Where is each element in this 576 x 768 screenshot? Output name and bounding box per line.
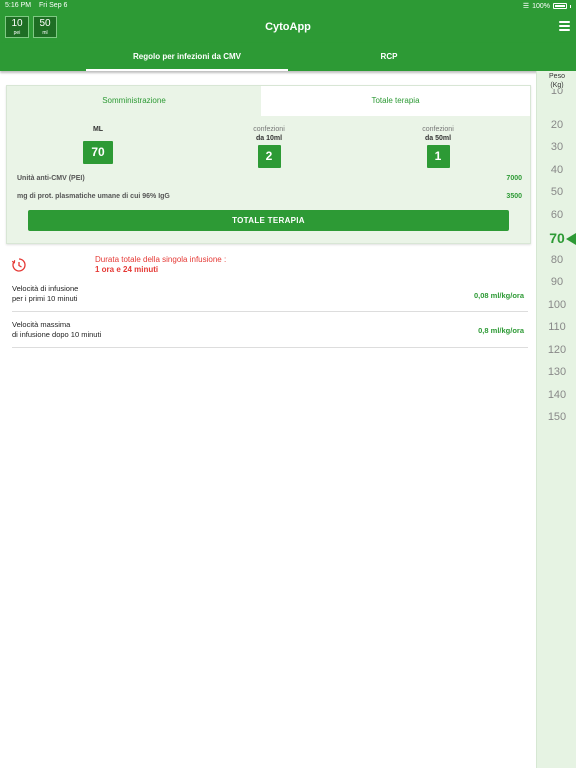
rate-max-line2: di infusione dopo 10 minuti: [12, 330, 102, 339]
list-item: Velocità di infusione per i primi 10 min…: [12, 284, 528, 312]
totale-terapia-button[interactable]: TOTALE TERAPIA: [28, 210, 509, 231]
rate-initial-line1: Velocità di infusione: [12, 284, 79, 293]
wifi-icon: ☰: [522, 3, 530, 10]
tab-regolo-cmv[interactable]: Regolo per infezioni da CMV: [86, 43, 288, 71]
clock-icon: [11, 258, 26, 272]
info-protein-label: mg di prot. plasmatiche umane di cui 96%…: [17, 193, 170, 200]
weight-option[interactable]: 80: [537, 254, 576, 266]
pack-10ml-sublabel: da 10ml: [255, 135, 283, 142]
pack-50ml-label: confezioni: [422, 126, 454, 133]
main-tabs: Regolo per infezioni da CMV RCP: [0, 43, 576, 71]
status-time: 5:16 PM: [5, 2, 32, 9]
weight-option[interactable]: 110: [537, 321, 576, 333]
pack-10ml-column: confezioni da 10ml 2: [219, 125, 319, 168]
weight-option[interactable]: 40: [537, 164, 576, 176]
duration-label: Durata totale della singola infusione :: [95, 255, 227, 264]
pack-10ml-label: confezioni: [253, 126, 285, 133]
weight-option[interactable]: 150: [537, 411, 576, 423]
tab-rcp[interactable]: RCP: [288, 43, 490, 71]
pack-10ml-value[interactable]: 2: [257, 145, 281, 168]
app-header: 5:16 PM Fri Sep 6 ☰ 100% 10 pei 50 ml Cy…: [0, 0, 576, 71]
info-protein-value: 3500: [506, 193, 522, 200]
battery-icon: [553, 3, 567, 9]
weight-option[interactable]: 130: [537, 366, 576, 378]
weight-option[interactable]: 100: [537, 299, 576, 311]
rate-max-value: 0,8 ml/kg/ora: [478, 326, 524, 335]
info-pei-label: Unità anti-CMV (PEI): [17, 175, 85, 182]
info-row-protein: mg di prot. plasmatiche umane di cui 96%…: [17, 193, 522, 200]
ml-label: ML: [92, 126, 104, 133]
rate-max-line1: Velocità massima: [12, 320, 71, 329]
weight-option[interactable]: 60: [537, 209, 576, 221]
selected-weight-marker: [566, 233, 576, 245]
status-date: Fri Sep 6: [39, 2, 68, 9]
card-tabs: Somministrazione Totale terapia: [7, 86, 530, 116]
rate-initial-value: 0,08 ml/kg/ora: [473, 291, 524, 300]
battery-percent: 100%: [532, 2, 550, 10]
info-row-pei: Unità anti-CMV (PEI) 7000: [17, 175, 522, 182]
hamburger-menu-icon[interactable]: [559, 21, 570, 31]
weight-option[interactable]: 50: [537, 186, 576, 198]
pack-50ml-column: confezioni da 50ml 1: [388, 125, 488, 168]
ml-column: ML 70: [48, 125, 148, 164]
duration-block: Durata totale della singola infusione : …: [95, 255, 226, 275]
tab-somministrazione[interactable]: Somministrazione: [7, 86, 261, 116]
weight-option[interactable]: 120: [537, 344, 576, 356]
weight-option[interactable]: 140: [537, 389, 576, 401]
rate-initial-line2: per i primi 10 minuti: [12, 294, 78, 303]
info-pei-value: 7000: [506, 175, 522, 182]
status-bar: 5:16 PM Fri Sep 6 ☰ 100%: [0, 0, 576, 12]
weight-option[interactable]: 90: [537, 276, 576, 288]
duration-value: 1 ora e 24 minuti: [95, 265, 159, 274]
weight-header: Peso (Kg): [549, 73, 565, 89]
weight-option[interactable]: 10: [537, 89, 576, 97]
tab-totale-terapia[interactable]: Totale terapia: [261, 86, 530, 116]
weight-option[interactable]: 30: [537, 141, 576, 153]
weight-picker[interactable]: Peso (Kg) 10 20 30 40 50 60 70 80 90 100 110 120 130…: [536, 71, 576, 768]
pack-50ml-value[interactable]: 1: [426, 145, 450, 168]
app-title: CytoApp: [265, 21, 311, 33]
ml-value[interactable]: 70: [83, 141, 113, 164]
dosage-card: Somministrazione Totale terapia ML 70 co…: [6, 85, 531, 244]
weight-option[interactable]: 20: [537, 119, 576, 131]
pack-50ml-sublabel: da 50ml: [424, 135, 452, 142]
list-item: Velocità massima di infusione dopo 10 mi…: [12, 320, 528, 348]
